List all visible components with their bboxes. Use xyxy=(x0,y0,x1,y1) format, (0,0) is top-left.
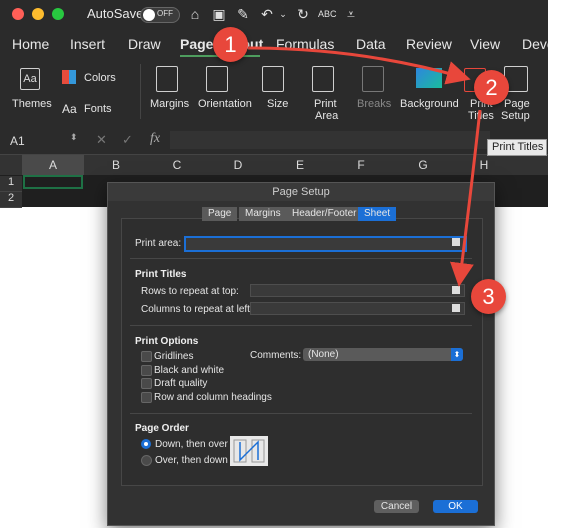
arrow-step-2 xyxy=(450,109,482,287)
arrow-step-1 xyxy=(247,46,471,85)
step-badge-2: 2 xyxy=(474,70,509,105)
step-badge-3: 3 xyxy=(471,279,506,314)
step-badge-1: 1 xyxy=(213,27,248,62)
